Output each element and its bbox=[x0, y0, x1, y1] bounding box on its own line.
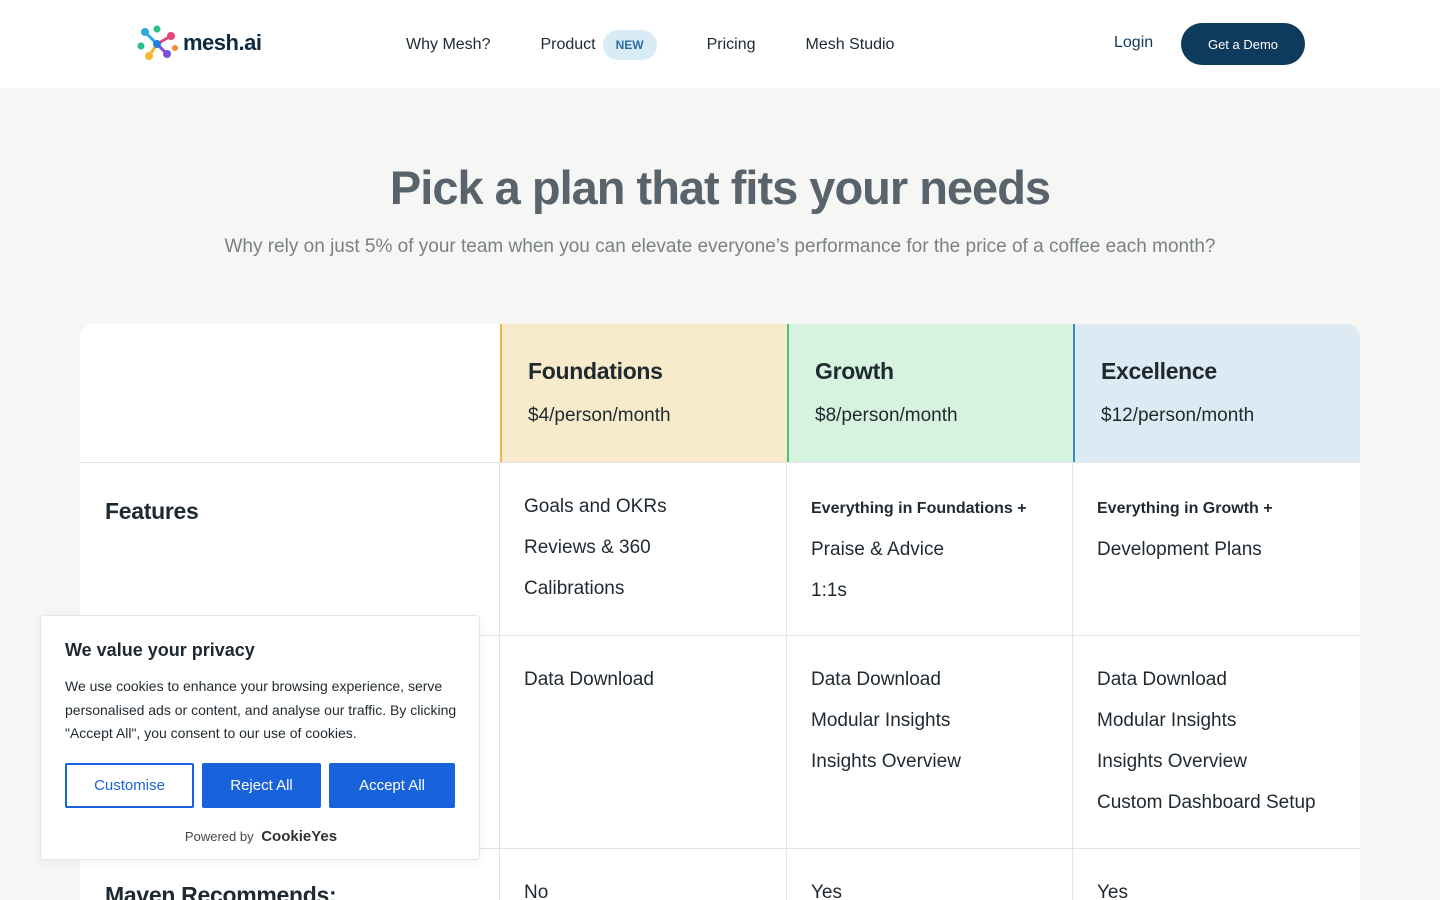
row-label-features: Features bbox=[105, 498, 199, 524]
feature-item: Calibrations bbox=[524, 578, 625, 599]
page-subtitle: Why rely on just 5% of your team when yo… bbox=[224, 236, 1216, 257]
customise-button[interactable]: Customise bbox=[65, 763, 194, 808]
cookie-text: We use cookies to enhance your browsing … bbox=[65, 678, 457, 741]
nav-why-mesh[interactable]: Why Mesh? bbox=[406, 30, 490, 60]
nav-mesh-studio[interactable]: Mesh Studio bbox=[806, 30, 895, 60]
new-badge: NEW bbox=[602, 30, 657, 60]
plan-name: Foundations bbox=[528, 358, 663, 384]
feature-item: Goals and OKRs bbox=[524, 496, 667, 517]
plan-header-foundations: Foundations $4/person/month bbox=[500, 324, 787, 463]
login-link[interactable]: Login bbox=[1114, 34, 1153, 52]
logo-text: mesh.ai bbox=[183, 30, 262, 55]
insight-item: Modular Insights bbox=[811, 710, 951, 731]
cookie-title: We value your privacy bbox=[65, 640, 255, 660]
plan-name: Growth bbox=[815, 358, 894, 384]
plan-name: Excellence bbox=[1101, 358, 1217, 384]
row-divider bbox=[80, 462, 1360, 463]
plan-header-growth: Growth $8/person/month bbox=[787, 324, 1074, 463]
plan-header-excellence: Excellence $12/person/month bbox=[1073, 324, 1360, 463]
maven-foundations-cell: No bbox=[524, 881, 794, 900]
insight-item: Insights Overview bbox=[811, 751, 961, 772]
cookie-consent-banner: We value your privacy We use cookies to … bbox=[40, 615, 480, 860]
plan-price: $4/person/month bbox=[528, 405, 671, 426]
mesh-logo[interactable]: mesh.ai bbox=[137, 22, 262, 64]
insight-item: Insights Overview bbox=[1097, 751, 1247, 772]
feature-item: Reviews & 360 bbox=[524, 537, 651, 558]
page-title: Pick a plan that fits your needs bbox=[389, 161, 1051, 214]
nav-pricing-label: Pricing bbox=[706, 36, 756, 53]
row-label-maven-recommends: Maven Recommends: bbox=[105, 882, 337, 900]
nav-product[interactable]: Product NEW bbox=[540, 30, 657, 60]
maven-excellence-cell: Yes bbox=[1097, 881, 1360, 900]
nav-mesh-studio-label: Mesh Studio bbox=[805, 36, 895, 53]
cookie-actions: Customise Reject All Accept All bbox=[65, 763, 455, 808]
feature-item: Development Plans bbox=[1097, 539, 1262, 560]
column-divider bbox=[499, 463, 500, 900]
insights-foundations-cell: Data Download bbox=[524, 668, 794, 709]
reject-all-button[interactable]: Reject All bbox=[202, 763, 321, 808]
insight-item: Data Download bbox=[811, 669, 941, 690]
features-growth-cell: Everything in Foundations + Praise & Adv… bbox=[811, 497, 1081, 620]
cookieyes-logo[interactable]: CookieYes bbox=[261, 828, 337, 845]
insights-excellence-cell: Data Download Modular Insights Insights … bbox=[1097, 668, 1360, 832]
maven-value: Yes bbox=[1097, 882, 1128, 900]
insight-item: Data Download bbox=[524, 669, 654, 690]
features-foundations-cell: Goals and OKRs Reviews & 360 Calibration… bbox=[524, 495, 794, 618]
feature-item: 1:1s bbox=[811, 580, 847, 601]
plan-price: $8/person/month bbox=[815, 405, 958, 426]
get-a-demo-button[interactable]: Get a Demo bbox=[1181, 23, 1305, 65]
maven-growth-cell: Yes bbox=[811, 881, 1081, 900]
insights-growth-cell: Data Download Modular Insights Insights … bbox=[811, 668, 1081, 791]
powered-by-label: Powered by bbox=[184, 829, 254, 844]
nav-product-label: Product bbox=[540, 36, 596, 53]
plan-price: $12/person/month bbox=[1101, 405, 1255, 426]
feature-item: Praise & Advice bbox=[811, 539, 945, 560]
main-nav: Why Mesh? Product NEW Pricing Mesh Studi… bbox=[406, 30, 894, 60]
accept-all-button[interactable]: Accept All bbox=[329, 763, 455, 808]
powered-by: Powered by CookieYes bbox=[41, 828, 481, 845]
mesh-logo-icon bbox=[137, 25, 178, 60]
nav-why-mesh-label: Why Mesh? bbox=[406, 36, 491, 53]
top-navigation-bar: mesh.ai Why Mesh? Product NEW Pricing Me… bbox=[0, 0, 1440, 88]
features-excellence-cell: Everything in Growth + Development Plans bbox=[1097, 497, 1360, 579]
insight-item: Custom Dashboard Setup bbox=[1097, 792, 1316, 813]
insight-item: Modular Insights bbox=[1097, 710, 1237, 731]
insight-item: Data Download bbox=[1097, 669, 1227, 690]
feature-item-includes: Everything in Foundations + bbox=[811, 500, 1027, 517]
maven-value: No bbox=[524, 882, 549, 900]
nav-pricing[interactable]: Pricing bbox=[707, 30, 756, 60]
maven-value: Yes bbox=[811, 882, 842, 900]
feature-item-includes: Everything in Growth + bbox=[1097, 500, 1273, 517]
